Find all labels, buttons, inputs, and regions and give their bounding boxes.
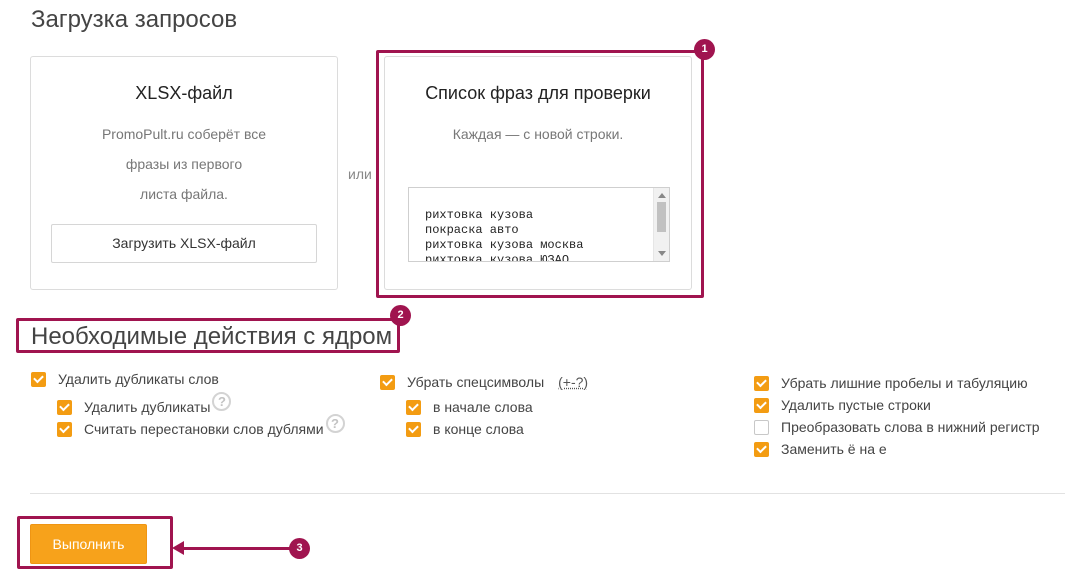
checkbox-permutations-as-duplicates[interactable] <box>57 421 72 437</box>
checkbox-row[interactable]: Заменить ё на е <box>754 438 1040 460</box>
xlsx-card-title: XLSX-файл <box>135 83 233 103</box>
help-icon[interactable]: ? <box>325 413 345 433</box>
checkbox-row[interactable]: Удалить дубликаты слов <box>31 368 345 390</box>
xlsx-card-desc: PromoPult.ru соберёт все фразы из первог… <box>31 119 337 209</box>
checkbox-label: Убрать спецсимволы <box>407 374 545 390</box>
help-icon[interactable]: ? <box>212 391 232 411</box>
checkbox-label: Убрать лишние пробелы и табуляцию <box>781 375 1028 391</box>
xlsx-desc-line: фразы из первого <box>125 156 243 172</box>
upload-section-title: Загрузка запросов <box>31 6 238 33</box>
checkbox-label: Удалить дубликаты <box>84 399 211 415</box>
checkbox-row[interactable]: в конце слова <box>406 418 588 440</box>
checkbox-row[interactable]: Преобразовать слова в нижний регистр <box>754 416 1040 438</box>
or-label: или <box>348 166 372 182</box>
checkbox-label: Удалить пустые строки <box>781 397 931 413</box>
run-button[interactable]: Выполнить <box>30 524 147 564</box>
checkbox-label: Заменить ё на е <box>781 441 887 457</box>
column-cleanup: Убрать лишние пробелы и табуляцию Удалит… <box>754 372 1040 460</box>
checkbox-lowercase[interactable] <box>754 419 769 435</box>
column-special-chars: Убрать спецсимволы (+-?) в начале слова … <box>380 371 588 440</box>
checkbox-remove-empty-lines[interactable] <box>754 397 769 413</box>
annotation-badge-1: 1 <box>694 39 715 60</box>
checkbox-row[interactable]: Удалить дубликаты ? <box>57 391 345 418</box>
checkbox-remove-duplicates[interactable] <box>57 399 72 415</box>
checkbox-remove-special-chars[interactable] <box>380 374 395 390</box>
checkbox-label: в конце слова <box>433 421 524 437</box>
upload-xlsx-button[interactable]: Загрузить XLSX-файл <box>51 224 317 263</box>
xlsx-desc-line: листа файла. <box>140 186 228 202</box>
xlsx-desc-line: PromoPult.ru соберёт все <box>101 126 267 142</box>
checkbox-replace-yo[interactable] <box>754 441 769 457</box>
checkbox-row[interactable]: Убрать лишние пробелы и табуляцию <box>754 372 1040 394</box>
checkbox-row[interactable]: в начале слова <box>406 396 588 418</box>
column-duplicates: Удалить дубликаты слов Удалить дубликаты… <box>31 368 345 440</box>
special-chars-link[interactable]: (+-?) <box>558 374 588 390</box>
checkbox-trim-spaces[interactable] <box>754 375 769 391</box>
checkbox-label: Считать перестановки слов дублями <box>84 421 324 437</box>
annotation-arrow-line <box>182 547 292 550</box>
checkbox-row[interactable]: Считать перестановки слов дублями ? <box>57 413 345 440</box>
checkbox-row[interactable]: Убрать спецсимволы (+-?) <box>380 371 588 393</box>
xlsx-card: XLSX-файл PromoPult.ru соберёт все фразы… <box>30 56 338 290</box>
checkbox-row[interactable]: Удалить пустые строки <box>754 394 1040 416</box>
checkbox-label: в начале слова <box>433 399 533 415</box>
checkbox-word-start[interactable] <box>406 399 421 415</box>
checkbox-label: Удалить дубликаты слов <box>58 371 219 387</box>
section-divider <box>30 493 1065 494</box>
annotation-badge-2: 2 <box>390 305 411 326</box>
checkbox-remove-duplicate-words[interactable] <box>31 371 46 387</box>
checkbox-label: Преобразовать слова в нижний регистр <box>781 419 1040 435</box>
actions-section-title: Необходимые действия с ядром <box>31 323 393 350</box>
annotation-frame-1 <box>376 50 704 298</box>
checkbox-word-end[interactable] <box>406 421 421 437</box>
annotation-badge-3: 3 <box>289 538 310 559</box>
